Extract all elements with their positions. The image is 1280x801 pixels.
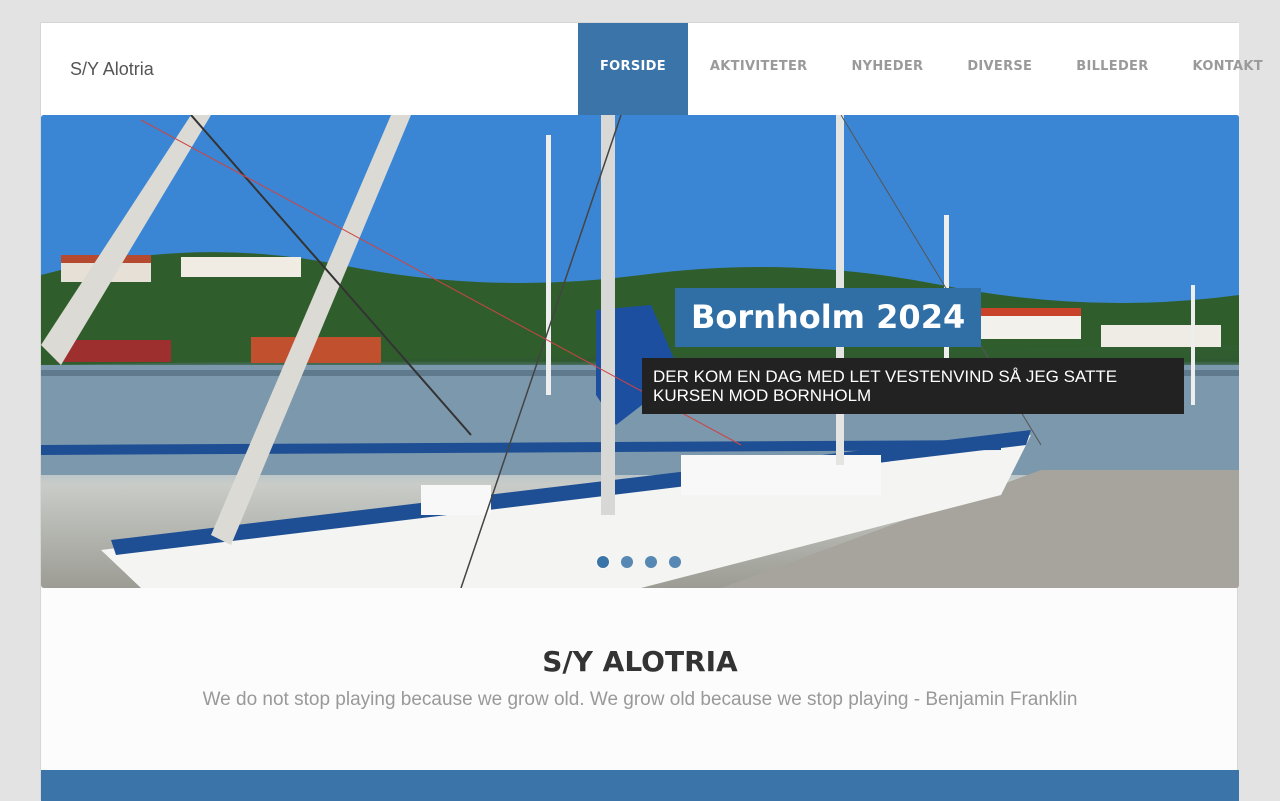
hero-photo (41, 115, 1239, 588)
main-nav: FORSIDE AKTIVITETER NYHEDER DIVERSE BILL… (578, 23, 1280, 115)
site-header: S/Y Alotria FORSIDE AKTIVITETER NYHEDER … (41, 23, 1263, 115)
slider-dot-1[interactable] (597, 556, 609, 568)
slider-dot-3[interactable] (645, 556, 657, 568)
nav-item-billeder[interactable]: BILLEDER (1054, 23, 1170, 115)
slider-dot-2[interactable] (621, 556, 633, 568)
site-title[interactable]: S/Y Alotria (70, 59, 154, 80)
nav-item-kontakt[interactable]: KONTAKT (1171, 23, 1280, 115)
slider-dot-4[interactable] (669, 556, 681, 568)
footer-bar (41, 770, 1239, 801)
nav-item-nyheder[interactable]: NYHEDER (829, 23, 945, 115)
slider-pagination (597, 556, 681, 568)
slide-subtitle: DER KOM EN DAG MED LET VESTENVIND SÅ JEG… (642, 358, 1184, 414)
nav-item-forside[interactable]: FORSIDE (578, 23, 688, 115)
intro-title: S/Y ALOTRIA (542, 645, 738, 678)
slide-title: Bornholm 2024 (675, 288, 982, 347)
nav-item-aktiviteter[interactable]: AKTIVITETER (688, 23, 830, 115)
page-container: S/Y Alotria FORSIDE AKTIVITETER NYHEDER … (40, 22, 1263, 801)
hero-slider[interactable]: Bornholm 2024 DER KOM EN DAG MED LET VES… (41, 115, 1239, 588)
nav-item-diverse[interactable]: DIVERSE (945, 23, 1054, 115)
intro-quote: We do not stop playing because we grow o… (202, 689, 1078, 710)
